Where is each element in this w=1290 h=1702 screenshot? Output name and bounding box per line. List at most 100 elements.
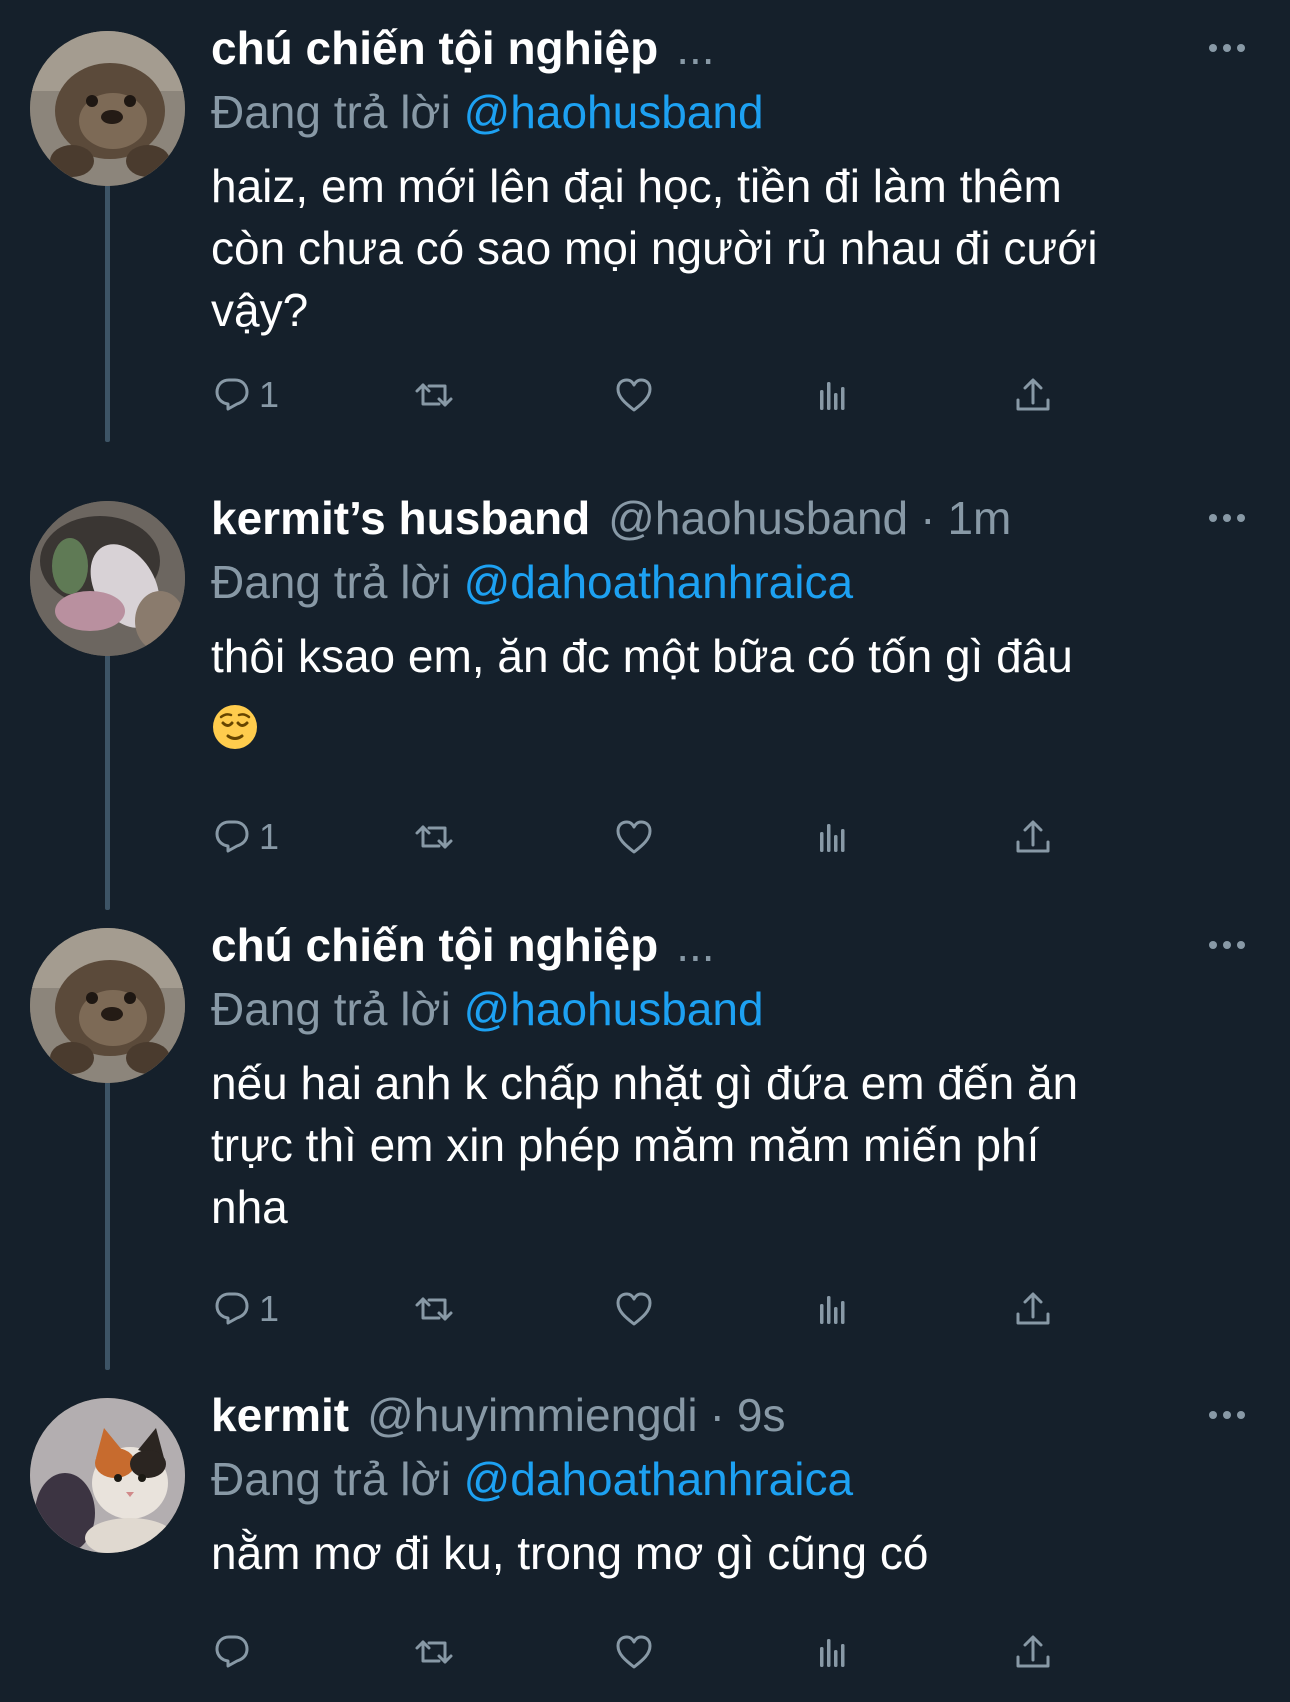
more-icon <box>1209 1411 1245 1419</box>
reply-prefix: Đang trả lời <box>211 1453 451 1505</box>
like-button[interactable] <box>614 365 654 425</box>
share-button[interactable] <box>1013 365 1053 425</box>
analytics-button[interactable] <box>814 807 854 867</box>
reply-icon <box>215 378 249 411</box>
more-button[interactable] <box>1204 930 1250 960</box>
like-icon <box>616 378 652 412</box>
avatar[interactable] <box>30 928 185 1083</box>
emoji-line <box>211 687 1251 767</box>
reply-mention-link[interactable]: @haohusband <box>464 86 764 138</box>
thread-line <box>105 1080 110 1370</box>
reply-button[interactable] <box>211 1622 259 1682</box>
retweet-icon <box>415 825 453 849</box>
tweet-actions: 1 <box>211 1279 1211 1339</box>
share-button[interactable] <box>1013 1622 1053 1682</box>
reply-mention-link[interactable]: @dahoathanhraica <box>464 1453 853 1505</box>
tweet-text-line: vậy? <box>211 284 309 336</box>
more-button[interactable] <box>1204 33 1250 63</box>
avatar[interactable] <box>30 1398 185 1553</box>
user-handle[interactable]: @haohusband <box>608 485 908 551</box>
analytics-icon <box>820 1639 845 1667</box>
reply-button[interactable]: 1 <box>211 1279 279 1339</box>
tweet-text-line: nếu hai anh k chấp nhặt gì đứa em đến ăn <box>211 1057 1079 1109</box>
reply-count: 1 <box>259 374 280 415</box>
tweet-text-line: nằm mơ đi ku, trong mơ gì cũng có <box>211 1527 929 1579</box>
reply-button[interactable]: 1 <box>211 807 279 867</box>
otter-avatar-image <box>30 31 185 186</box>
like-icon <box>616 1635 652 1669</box>
share-icon <box>1016 820 1050 853</box>
tweet-actions <box>211 1622 1211 1682</box>
reply-button[interactable]: 1 <box>211 365 279 425</box>
tweet-header: chú chiến tội nghiệp ... <box>211 15 1250 81</box>
share-button[interactable] <box>1013 807 1053 867</box>
reply-icon <box>215 820 249 853</box>
analytics-button[interactable] <box>814 1622 854 1682</box>
reply-mention-link[interactable]: @dahoathanhraica <box>464 556 853 608</box>
tweet-actions: 1 <box>211 807 1211 867</box>
analytics-button[interactable] <box>814 1279 854 1339</box>
truncation-ellipsis: ... <box>676 919 715 971</box>
reply-count: 1 <box>259 816 280 857</box>
user-handle[interactable]: @huyimmiengdi <box>367 1382 698 1448</box>
retweet-icon <box>415 383 453 407</box>
otter-avatar-image <box>30 928 185 1083</box>
truncation-ellipsis: ... <box>676 22 715 74</box>
reply-prefix: Đang trả lời <box>211 556 451 608</box>
reply-context: Đang trả lời @dahoathanhraica <box>211 1448 1250 1510</box>
separator-dot: · <box>920 492 936 544</box>
timestamp[interactable]: 1m <box>947 485 1011 551</box>
like-button[interactable] <box>614 1279 654 1339</box>
share-icon <box>1016 378 1050 411</box>
tweet-text-line: nha <box>211 1181 288 1233</box>
reply-icon <box>215 1292 249 1325</box>
retweet-button[interactable] <box>414 1622 454 1682</box>
tweet-header: kermit @huyimmiengdi · 9s <box>211 1382 1250 1448</box>
analytics-icon <box>820 824 845 852</box>
thread-line <box>105 620 110 910</box>
reply-context: Đang trả lời @dahoathanhraica <box>211 551 1250 613</box>
more-icon <box>1209 941 1245 949</box>
tweet-text-line: trực thì em xin phép măm măm miến phí <box>211 1119 1040 1171</box>
display-name[interactable]: kermit’s husband <box>211 485 590 551</box>
retweet-icon <box>415 1297 453 1321</box>
like-button[interactable] <box>614 1622 654 1682</box>
reply-context: Đang trả lời @haohusband <box>211 978 1250 1040</box>
display-name[interactable]: kermit <box>211 1382 349 1448</box>
reply-context: Đang trả lời @haohusband <box>211 81 1250 143</box>
reply-icon <box>215 1635 249 1668</box>
like-icon <box>616 820 652 854</box>
tweet-text: thôi ksao em, ăn đc một bữa có tốn gì đâ… <box>211 625 1251 767</box>
reply-prefix: Đang trả lời <box>211 86 451 138</box>
retweet-icon <box>415 1640 453 1664</box>
retweet-button[interactable] <box>414 807 454 867</box>
tweet-header: chú chiến tội nghiệp ... <box>211 912 1250 978</box>
avatar[interactable] <box>30 31 185 186</box>
retweet-button[interactable] <box>414 365 454 425</box>
more-button[interactable] <box>1204 1400 1250 1430</box>
share-icon <box>1016 1292 1050 1325</box>
display-name[interactable]: chú chiến tội nghiệp <box>211 912 658 978</box>
retweet-button[interactable] <box>414 1279 454 1339</box>
like-icon <box>616 1292 652 1326</box>
avatar[interactable] <box>30 501 185 656</box>
analytics-icon <box>820 1296 845 1324</box>
timestamp[interactable]: 9s <box>737 1382 786 1448</box>
tweet-text: nếu hai anh k chấp nhặt gì đứa em đến ăn… <box>211 1052 1251 1238</box>
more-button[interactable] <box>1204 503 1250 533</box>
like-button[interactable] <box>614 807 654 867</box>
share-icon <box>1016 1635 1050 1668</box>
reply-prefix: Đang trả lời <box>211 983 451 1035</box>
separator-dot: · <box>709 1389 725 1441</box>
reply-mention-link[interactable]: @haohusband <box>464 983 764 1035</box>
tweet-text-line: thôi ksao em, ăn đc một bữa có tốn gì đâ… <box>211 630 1073 682</box>
tweet-text: nằm mơ đi ku, trong mơ gì cũng có <box>211 1522 1251 1584</box>
tweet-text-line: haiz, em mới lên đại học, tiền đi làm th… <box>211 160 1062 212</box>
thread-line <box>105 180 110 442</box>
display-name[interactable]: chú chiến tội nghiệp <box>211 15 658 81</box>
calico-cat-avatar-image <box>30 1398 185 1553</box>
analytics-button[interactable] <box>814 365 854 425</box>
blurred-cat-avatar-image <box>30 501 185 656</box>
tweet-actions: 1 <box>211 365 1211 425</box>
share-button[interactable] <box>1013 1279 1053 1339</box>
